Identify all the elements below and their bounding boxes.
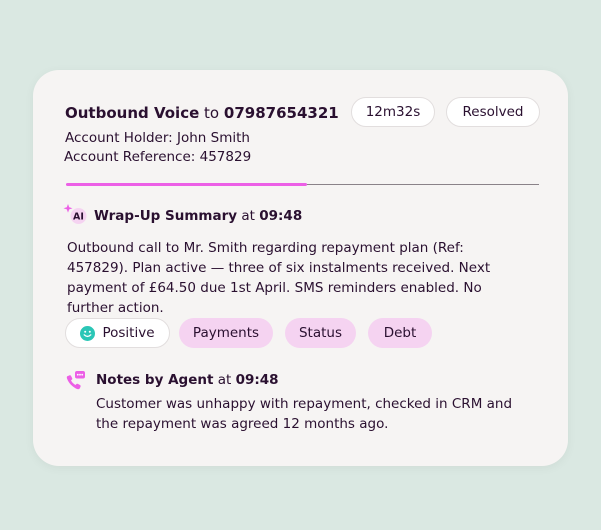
call-phone-number: 07987654321 [223,104,339,122]
tag-debt[interactable]: Debt [368,318,432,348]
wrapup-title: Wrap-Up Summary [94,208,238,224]
call-title: Outbound Voice to 07987654321 [65,104,339,122]
smiley-icon [80,325,96,341]
duration-badge: 12m32s [351,97,435,127]
phone-chat-icon [65,370,87,392]
ai-icon-label: AI [73,212,84,223]
progress-fill [66,183,307,186]
agent-notes-text: Customer was unhappy with repayment, che… [96,396,513,432]
sentiment-label: Positive [102,325,155,341]
notes-header: Notes by Agent at 09:48 [96,372,279,388]
wrapup-summary-text: Outbound call to Mr. Smith regarding rep… [67,240,491,316]
call-connector: to [204,104,220,122]
notes-time: 09:48 [235,372,279,388]
notes-at: at [217,372,232,388]
sentiment-tag[interactable]: Positive [65,318,170,348]
call-type: Outbound Voice [65,104,200,122]
wrapup-time: 09:48 [259,208,303,224]
account-holder: Account Holder: John Smith [65,130,250,146]
wrapup-at: at [241,208,255,224]
account-reference: Account Reference: 457829 [64,149,252,165]
wrapup-header: Wrap-Up Summary at 09:48 [94,208,302,224]
notes-title: Notes by Agent [96,372,214,388]
status-badge: Resolved [446,97,540,127]
ai-sparkle-icon: AI [63,203,87,225]
call-summary-card: Outbound Voice to 07987654321 12m32s Res… [33,70,568,466]
tag-payments[interactable]: Payments [179,318,273,348]
tag-status[interactable]: Status [285,318,356,348]
